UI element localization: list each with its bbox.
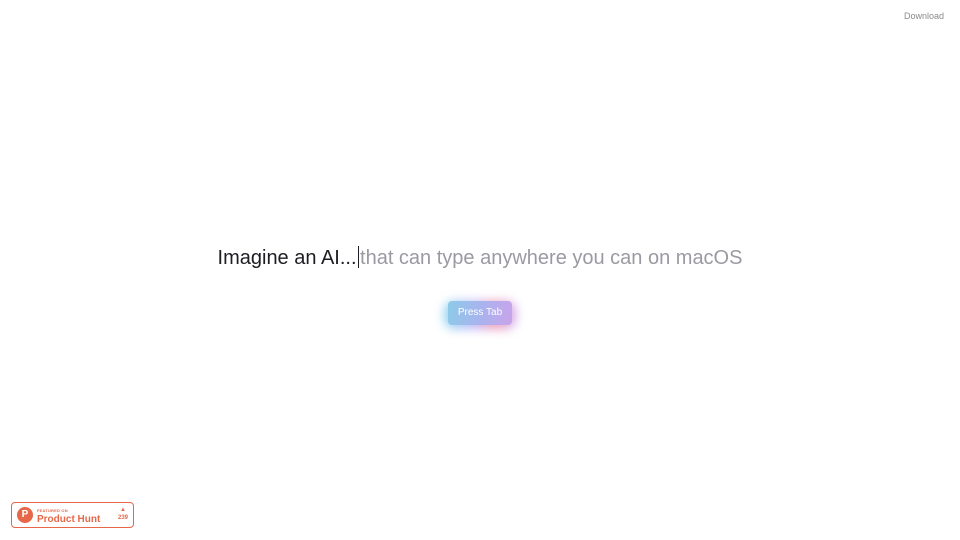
text-caret <box>357 246 360 268</box>
download-link[interactable]: Download <box>904 11 944 21</box>
press-tab-cta: Press Tab <box>444 301 516 329</box>
headline: Imagine an AI... that can type anywhere y… <box>0 244 960 272</box>
upvote-count: 239 <box>117 515 128 521</box>
press-tab-button[interactable]: Press Tab <box>448 301 512 325</box>
product-hunt-badge[interactable]: P FEATURED ON Product Hunt ▲ 239 <box>11 502 134 528</box>
upvote-arrow-icon: ▲ <box>120 507 126 513</box>
product-hunt-featured-label: FEATURED ON <box>37 508 68 513</box>
product-hunt-logo-icon: P <box>17 507 33 523</box>
product-hunt-upvotes: ▲ 239 <box>116 507 130 522</box>
product-hunt-name: Product Hunt <box>37 514 101 525</box>
typed-text: Imagine an AI... <box>217 247 357 269</box>
page: Download Imagine an AI... that can type a… <box>0 0 960 540</box>
autocomplete-suggestion: that can type anywhere you can on macOS <box>360 247 743 269</box>
